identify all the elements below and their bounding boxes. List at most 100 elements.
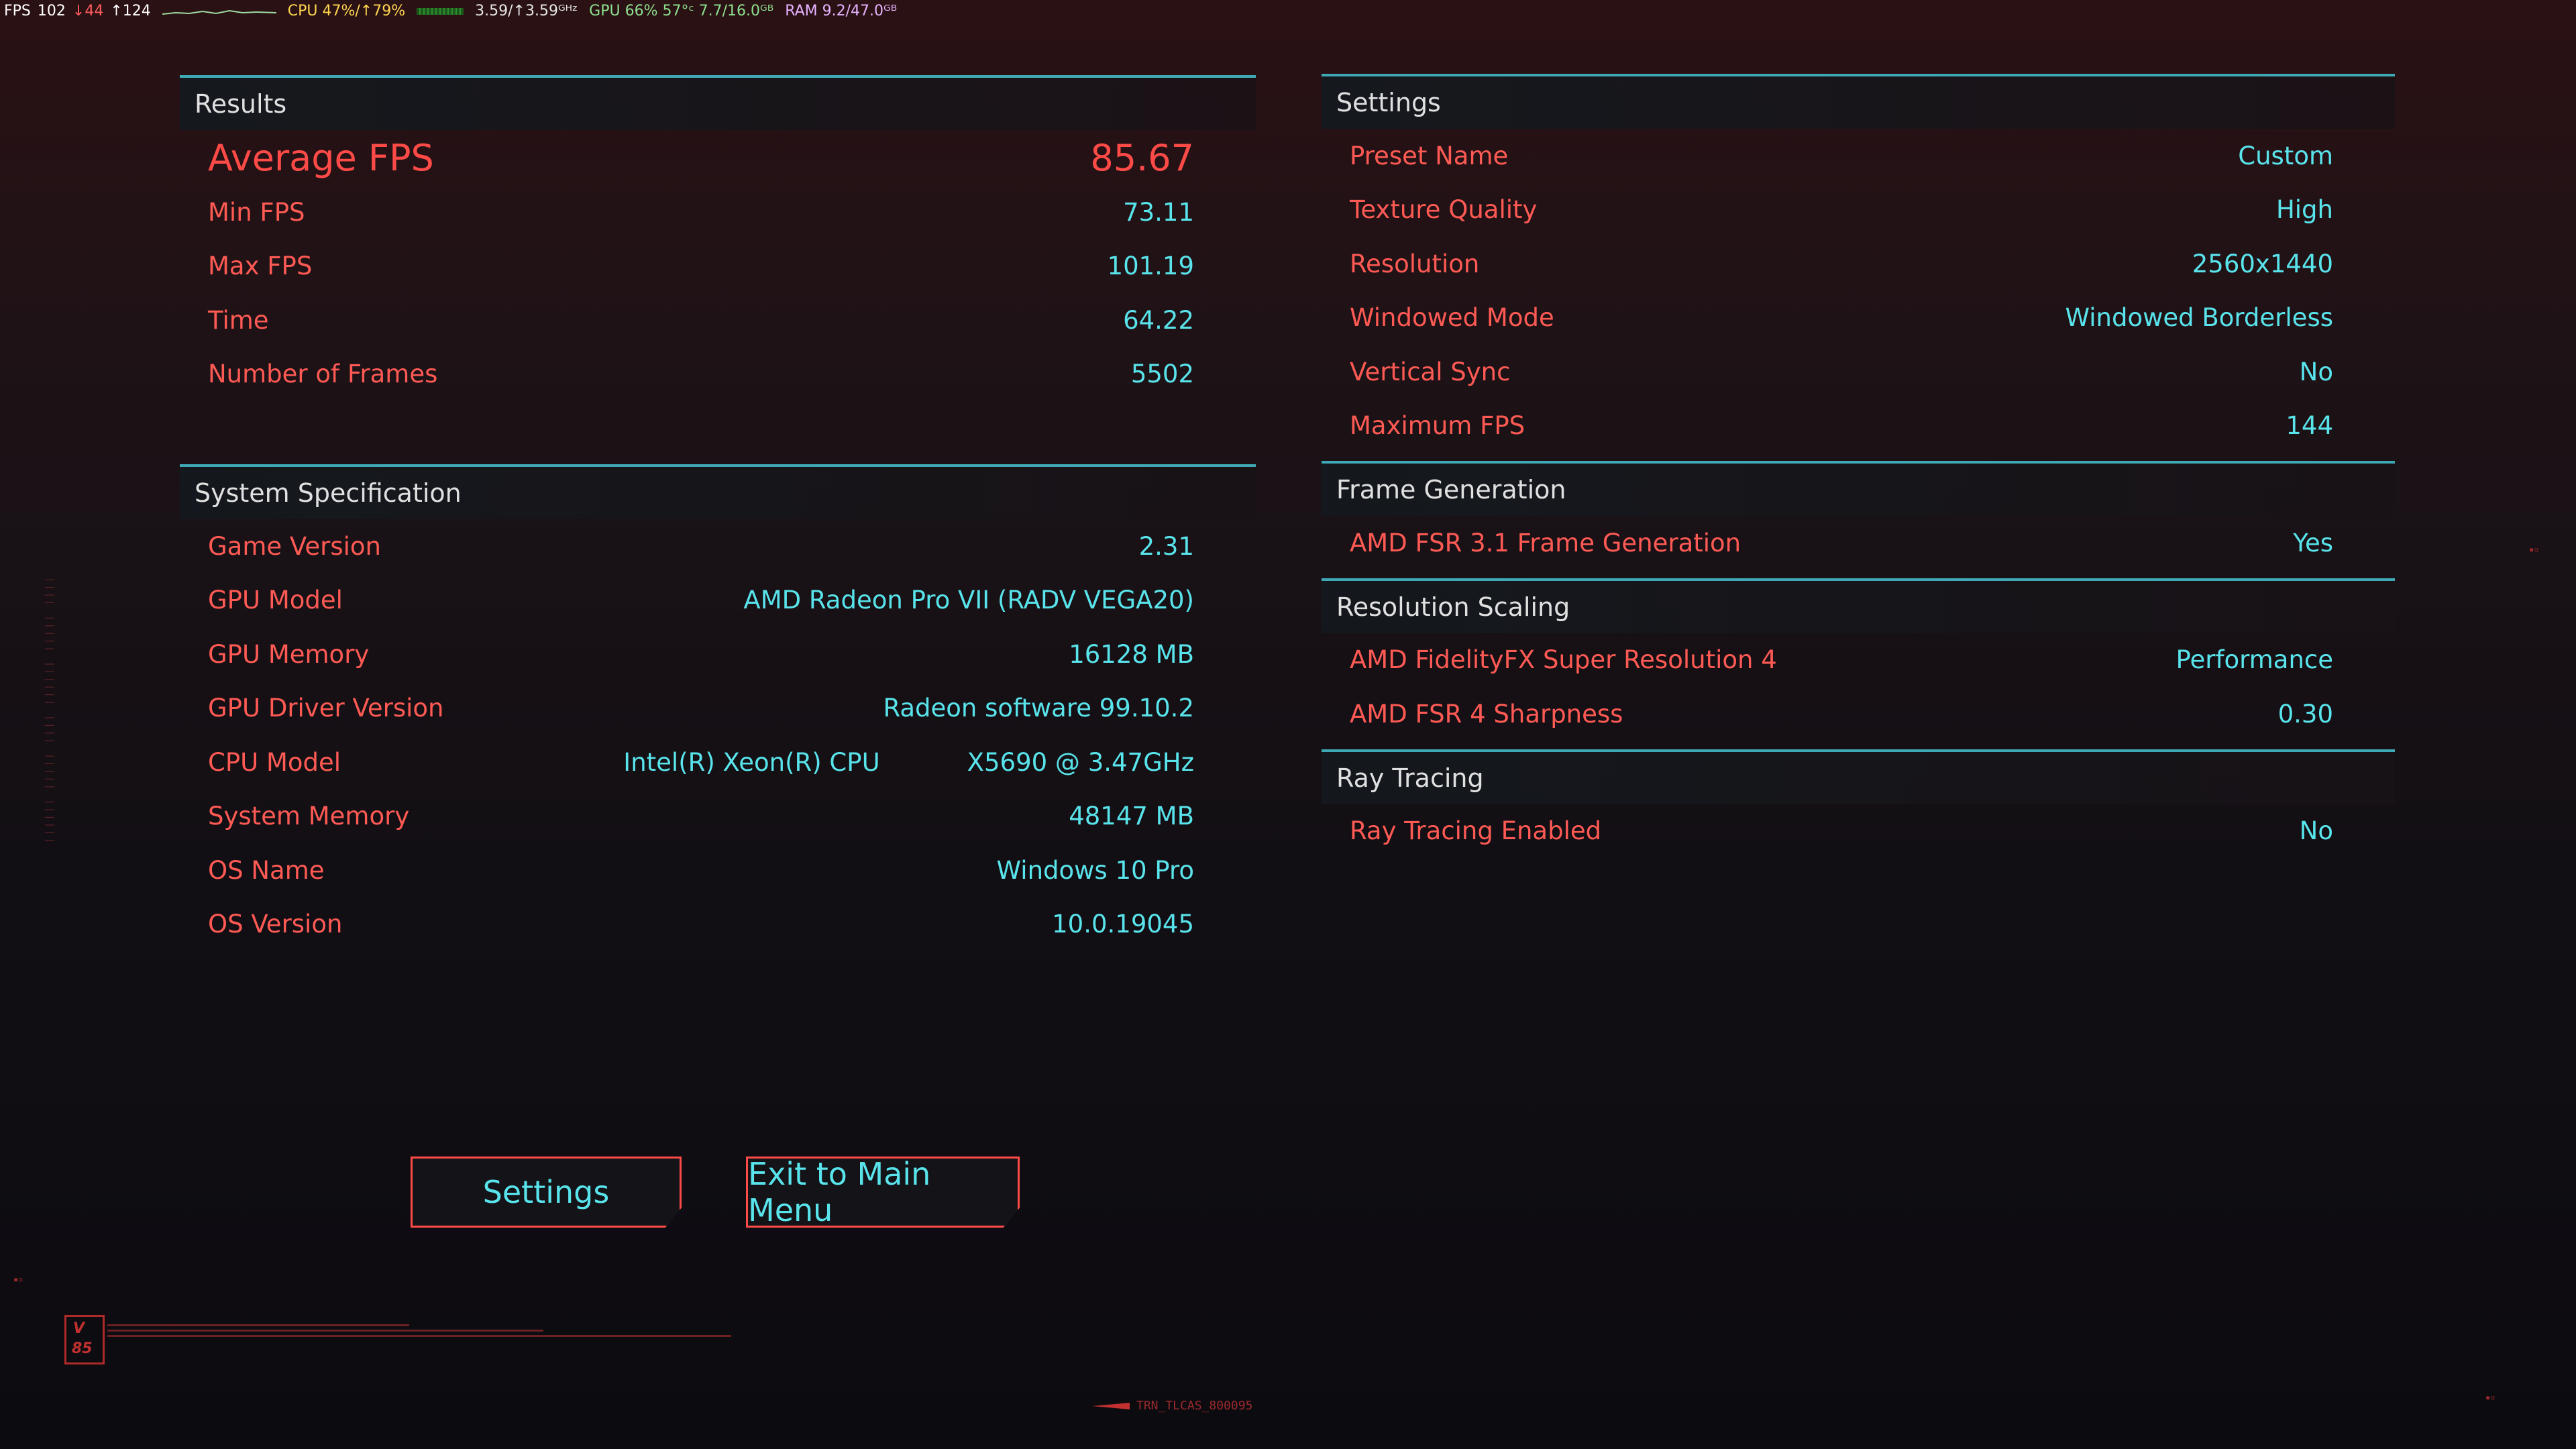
row-label: Game Version <box>208 531 381 561</box>
row-label: Min FPS <box>208 197 305 227</box>
cpu-core-bars-icon <box>417 8 464 15</box>
left-panel: Results Average FPS 85.67 Min FPS 73.11 … <box>180 75 1256 951</box>
row-value: Performance <box>2176 645 2333 675</box>
row-value: High <box>2275 195 2333 225</box>
frametime-graph-icon <box>162 9 276 15</box>
results-row: Min FPS 73.11 <box>180 185 1256 239</box>
overlay-fps-value: 102 <box>37 3 66 19</box>
results-header: Results <box>180 75 1256 130</box>
spec-row: OS Version 10.0.19045 <box>180 898 1256 952</box>
row-label: GPU Driver Version <box>208 694 444 723</box>
row-label: OS Name <box>208 855 325 885</box>
average-fps-label: Average FPS <box>208 136 434 179</box>
overlay-fps-high: ↑124 <box>110 3 151 19</box>
version-logo-icon: V 85 <box>64 1315 105 1364</box>
bottom-tag: TRN_TLCAS_800095 <box>1092 1399 1252 1413</box>
overlay-ram: RAM 9.2/47.0ᴳᴮ <box>785 3 898 19</box>
settings-header: Settings <box>1322 74 2395 129</box>
row-label: Max FPS <box>208 252 313 281</box>
spec-row: GPU Memory 16128 MB <box>180 627 1256 682</box>
row-value: 2.31 <box>1138 531 1194 561</box>
row-value: 144 <box>2286 411 2333 441</box>
row-label: Resolution <box>1350 249 1480 278</box>
frame-generation-section: Frame Generation AMD FSR 3.1 Frame Gener… <box>1322 461 2395 570</box>
settings-section: Settings Preset Name Custom Texture Qual… <box>1322 74 2395 453</box>
row-label: AMD FSR 3.1 Frame Generation <box>1350 528 1741 557</box>
row-value: 73.11 <box>1123 197 1194 227</box>
overlay-cpu: CPU 47%/↑79% <box>287 3 406 19</box>
row-value: No <box>2299 357 2333 386</box>
exit-to-main-menu-button[interactable]: Exit to Main Menu <box>746 1157 1020 1228</box>
row-label: AMD FidelityFX Super Resolution 4 <box>1350 645 1777 675</box>
row-value: Yes <box>2293 528 2333 557</box>
frame-generation-header: Frame Generation <box>1322 461 2395 516</box>
corner-mark-icon: ▪▫ <box>2529 545 2539 554</box>
results-section: Results Average FPS 85.67 Min FPS 73.11 … <box>180 75 1256 401</box>
row-value: 0.30 <box>2277 699 2333 729</box>
row-value: 2560x1440 <box>2192 249 2333 278</box>
row-value: Windowed Borderless <box>2065 303 2333 333</box>
row-value: AMD Radeon Pro VII (RADV VEGA20) <box>743 586 1194 615</box>
svg-text:V: V <box>73 1320 86 1337</box>
row-label: CPU Model <box>208 747 341 777</box>
ray-tracing-section: Ray Tracing Ray Tracing Enabled No <box>1322 749 2395 859</box>
spec-row: GPU Driver Version Radeon software 99.10… <box>180 682 1256 736</box>
spec-row: CPU Model Intel(R) Xeon(R) CPU X5690 @ 3… <box>180 735 1256 790</box>
settings-row: Preset Name Custom <box>1322 129 2395 183</box>
row-value: Radeon software 99.10.2 <box>883 694 1194 723</box>
row-value: Windows 10 Pro <box>996 855 1194 885</box>
row-label: Texture Quality <box>1350 195 1538 225</box>
svg-text:85: 85 <box>72 1340 93 1357</box>
row-value: No <box>2299 816 2333 846</box>
cpu-model-value: Intel(R) Xeon(R) CPU X5690 @ 3.47GHz <box>623 748 1194 777</box>
row-label: Vertical Sync <box>1350 357 1511 386</box>
row-label: System Memory <box>208 802 410 831</box>
row-value: 64.22 <box>1123 305 1194 335</box>
average-fps-row: Average FPS 85.67 <box>180 130 1256 185</box>
ray-tracing-header: Ray Tracing <box>1322 749 2395 804</box>
overlay-fps-label: FPS <box>4 3 31 19</box>
row-label: GPU Model <box>208 586 343 615</box>
spec-row: Game Version 2.31 <box>180 519 1256 574</box>
cpu-model-part-a: Intel(R) Xeon(R) CPU <box>623 747 880 777</box>
ray-tracing-row: Ray Tracing Enabled No <box>1322 804 2395 859</box>
row-label: Number of Frames <box>208 360 438 389</box>
resolution-scaling-row: AMD FidelityFX Super Resolution 4 Perfor… <box>1322 633 2395 688</box>
overlay-fps-low: ↓44 <box>72 3 104 19</box>
settings-row: Resolution 2560x1440 <box>1322 237 2395 291</box>
row-label: Ray Tracing Enabled <box>1350 816 1602 846</box>
corner-mark-icon: ▪▫ <box>2485 1393 2496 1402</box>
row-label: Time <box>208 305 269 335</box>
system-spec-section: System Specification Game Version 2.31 G… <box>180 464 1256 951</box>
row-label: Preset Name <box>1350 141 1509 170</box>
overlay-gpu: GPU 66% 57°ᶜ 7.7/16.0ᴳᴮ <box>589 3 774 19</box>
spec-row: GPU Model AMD Radeon Pro VII (RADV VEGA2… <box>180 574 1256 628</box>
decorative-vertical-text: |||| ||||| |||||| |||| ||||| |||||| <box>44 577 55 846</box>
cpu-model-part-b: X5690 @ 3.47GHz <box>967 747 1194 777</box>
arrow-icon <box>1092 1403 1130 1409</box>
row-value: Custom <box>2238 141 2333 170</box>
row-label: GPU Memory <box>208 639 370 669</box>
row-value: 10.0.19045 <box>1052 910 1194 939</box>
fine-print-lines-icon <box>107 1324 731 1337</box>
row-value: 48147 MB <box>1069 802 1194 831</box>
results-row: Max FPS 101.19 <box>180 239 1256 294</box>
settings-row: Vertical Sync No <box>1322 345 2395 399</box>
settings-row: Texture Quality High <box>1322 183 2395 237</box>
results-row: Number of Frames 5502 <box>180 347 1256 402</box>
row-label: OS Version <box>208 910 343 939</box>
settings-button[interactable]: Settings <box>411 1157 682 1228</box>
row-label: AMD FSR 4 Sharpness <box>1350 699 1623 729</box>
row-label: Maximum FPS <box>1350 411 1525 441</box>
settings-row: Windowed Mode Windowed Borderless <box>1322 291 2395 345</box>
row-value: 101.19 <box>1107 252 1194 281</box>
fine-print-decor <box>107 1323 731 1353</box>
frame-gen-row: AMD FSR 3.1 Frame Generation Yes <box>1322 516 2395 570</box>
performance-overlay: FPS 102 ↓44 ↑124 CPU 47%/↑79% 3.59/↑3.59ᴳᴴᶻ… <box>4 1 904 21</box>
row-label: Windowed Mode <box>1350 303 1554 333</box>
corner-mark-icon: ▪▫ <box>13 1275 23 1284</box>
spec-row: System Memory 48147 MB <box>180 790 1256 844</box>
resolution-scaling-row: AMD FSR 4 Sharpness 0.30 <box>1322 687 2395 741</box>
bottom-tag-text: TRN_TLCAS_800095 <box>1136 1399 1253 1413</box>
v85-badge-icon: V 85 <box>72 1320 93 1357</box>
